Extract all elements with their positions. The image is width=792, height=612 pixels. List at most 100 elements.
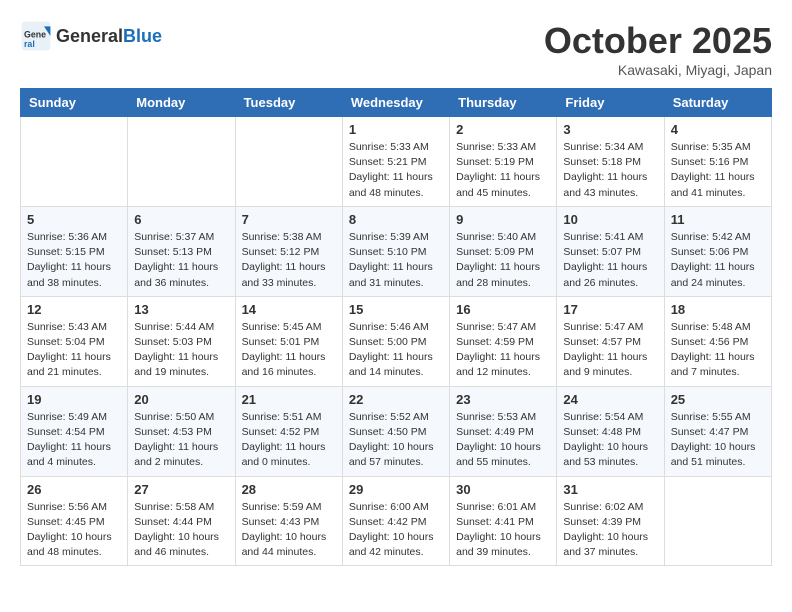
day-number: 6 <box>134 212 228 227</box>
calendar-cell: 21 Sunrise: 5:51 AM Sunset: 4:52 PM Dayli… <box>235 386 342 476</box>
day-number: 24 <box>563 392 657 407</box>
calendar-cell: 7Sunrise: 5:38 AM Sunset: 5:12 PM Daylig… <box>235 206 342 296</box>
day-number: 19 <box>27 392 121 407</box>
title-block: October 2025 Kawasaki, Miyagi, Japan <box>544 20 772 78</box>
calendar-cell: 11 Sunrise: 5:42 AM Sunset: 5:06 PM Dayli… <box>664 206 771 296</box>
calendar-cell: 20 Sunrise: 5:50 AM Sunset: 4:53 PM Dayli… <box>128 386 235 476</box>
logo: Gene ral GeneralBlue <box>20 20 162 52</box>
weekday-header: Wednesday <box>342 89 449 117</box>
calendar-cell: 4 Sunrise: 5:35 AM Sunset: 5:16 PM Daylig… <box>664 117 771 207</box>
day-info: Sunrise: 5:41 AM Sunset: 5:07 PM Dayligh… <box>563 230 657 291</box>
weekday-header: Tuesday <box>235 89 342 117</box>
logo-text-blue: Blue <box>123 26 162 46</box>
calendar-cell <box>664 476 771 566</box>
weekday-header-row: SundayMondayTuesdayWednesdayThursdayFrid… <box>21 89 772 117</box>
day-number: 3 <box>563 122 657 137</box>
day-number: 23 <box>456 392 550 407</box>
day-number: 21 <box>242 392 336 407</box>
day-info: Sunrise: 5:49 AM Sunset: 4:54 PM Dayligh… <box>27 410 121 471</box>
calendar-week-row: 19 Sunrise: 5:49 AM Sunset: 4:54 PM Dayli… <box>21 386 772 476</box>
day-number: 14 <box>242 302 336 317</box>
calendar-cell: 23Sunrise: 5:53 AM Sunset: 4:49 PM Dayli… <box>450 386 557 476</box>
day-info: Sunrise: 5:47 AM Sunset: 4:59 PM Dayligh… <box>456 320 550 381</box>
calendar-cell: 30Sunrise: 6:01 AM Sunset: 4:41 PM Dayli… <box>450 476 557 566</box>
weekday-header: Thursday <box>450 89 557 117</box>
calendar-week-row: 26Sunrise: 5:56 AM Sunset: 4:45 PM Dayli… <box>21 476 772 566</box>
day-number: 15 <box>349 302 443 317</box>
calendar-cell: 3 Sunrise: 5:34 AM Sunset: 5:18 PM Daylig… <box>557 117 664 207</box>
calendar-cell: 27Sunrise: 5:58 AM Sunset: 4:44 PM Dayli… <box>128 476 235 566</box>
calendar-cell: 31 Sunrise: 6:02 AM Sunset: 4:39 PM Dayli… <box>557 476 664 566</box>
calendar-cell: 9Sunrise: 5:40 AM Sunset: 5:09 PM Daylig… <box>450 206 557 296</box>
day-number: 22 <box>349 392 443 407</box>
day-info: Sunrise: 5:43 AM Sunset: 5:04 PM Dayligh… <box>27 320 121 381</box>
logo-text-general: General <box>56 26 123 46</box>
day-number: 29 <box>349 482 443 497</box>
calendar-cell: 26Sunrise: 5:56 AM Sunset: 4:45 PM Dayli… <box>21 476 128 566</box>
calendar-cell <box>235 117 342 207</box>
day-number: 1 <box>349 122 443 137</box>
day-info: Sunrise: 6:02 AM Sunset: 4:39 PM Dayligh… <box>563 500 657 561</box>
day-number: 31 <box>563 482 657 497</box>
day-number: 20 <box>134 392 228 407</box>
calendar-cell: 8 Sunrise: 5:39 AM Sunset: 5:10 PM Daylig… <box>342 206 449 296</box>
day-info: Sunrise: 5:51 AM Sunset: 4:52 PM Dayligh… <box>242 410 336 471</box>
calendar-cell: 16 Sunrise: 5:47 AM Sunset: 4:59 PM Dayli… <box>450 296 557 386</box>
day-info: Sunrise: 5:59 AM Sunset: 4:43 PM Dayligh… <box>242 500 336 561</box>
day-number: 28 <box>242 482 336 497</box>
day-info: Sunrise: 5:42 AM Sunset: 5:06 PM Dayligh… <box>671 230 765 291</box>
day-info: Sunrise: 5:40 AM Sunset: 5:09 PM Dayligh… <box>456 230 550 291</box>
calendar-cell: 22Sunrise: 5:52 AM Sunset: 4:50 PM Dayli… <box>342 386 449 476</box>
calendar-cell: 2 Sunrise: 5:33 AM Sunset: 5:19 PM Daylig… <box>450 117 557 207</box>
header: Gene ral GeneralBlue October 2025 Kawasa… <box>20 20 772 78</box>
day-number: 8 <box>349 212 443 227</box>
weekday-header: Sunday <box>21 89 128 117</box>
weekday-header: Monday <box>128 89 235 117</box>
day-info: Sunrise: 5:50 AM Sunset: 4:53 PM Dayligh… <box>134 410 228 471</box>
svg-text:Gene: Gene <box>24 30 46 40</box>
day-info: Sunrise: 5:33 AM Sunset: 5:19 PM Dayligh… <box>456 140 550 201</box>
month-title: October 2025 <box>544 20 772 62</box>
calendar-cell: 29 Sunrise: 6:00 AM Sunset: 4:42 PM Dayli… <box>342 476 449 566</box>
day-info: Sunrise: 5:37 AM Sunset: 5:13 PM Dayligh… <box>134 230 228 291</box>
day-info: Sunrise: 5:33 AM Sunset: 5:21 PM Dayligh… <box>349 140 443 201</box>
calendar-cell: 10 Sunrise: 5:41 AM Sunset: 5:07 PM Dayli… <box>557 206 664 296</box>
calendar-week-row: 1 Sunrise: 5:33 AM Sunset: 5:21 PM Daylig… <box>21 117 772 207</box>
calendar-cell <box>21 117 128 207</box>
day-info: Sunrise: 5:38 AM Sunset: 5:12 PM Dayligh… <box>242 230 336 291</box>
svg-text:ral: ral <box>24 39 35 49</box>
location: Kawasaki, Miyagi, Japan <box>544 62 772 78</box>
day-number: 11 <box>671 212 765 227</box>
calendar-cell: 1 Sunrise: 5:33 AM Sunset: 5:21 PM Daylig… <box>342 117 449 207</box>
day-info: Sunrise: 5:39 AM Sunset: 5:10 PM Dayligh… <box>349 230 443 291</box>
calendar-cell: 24 Sunrise: 5:54 AM Sunset: 4:48 PM Dayli… <box>557 386 664 476</box>
day-number: 4 <box>671 122 765 137</box>
day-number: 30 <box>456 482 550 497</box>
calendar-week-row: 12 Sunrise: 5:43 AM Sunset: 5:04 PM Dayli… <box>21 296 772 386</box>
day-number: 12 <box>27 302 121 317</box>
day-info: Sunrise: 5:48 AM Sunset: 4:56 PM Dayligh… <box>671 320 765 381</box>
day-number: 10 <box>563 212 657 227</box>
day-number: 25 <box>671 392 765 407</box>
day-number: 16 <box>456 302 550 317</box>
day-info: Sunrise: 5:54 AM Sunset: 4:48 PM Dayligh… <box>563 410 657 471</box>
day-info: Sunrise: 6:00 AM Sunset: 4:42 PM Dayligh… <box>349 500 443 561</box>
day-info: Sunrise: 5:45 AM Sunset: 5:01 PM Dayligh… <box>242 320 336 381</box>
weekday-header: Friday <box>557 89 664 117</box>
day-info: Sunrise: 5:58 AM Sunset: 4:44 PM Dayligh… <box>134 500 228 561</box>
calendar-cell: 28 Sunrise: 5:59 AM Sunset: 4:43 PM Dayli… <box>235 476 342 566</box>
calendar-cell: 14 Sunrise: 5:45 AM Sunset: 5:01 PM Dayli… <box>235 296 342 386</box>
calendar-cell: 15Sunrise: 5:46 AM Sunset: 5:00 PM Dayli… <box>342 296 449 386</box>
logo-icon: Gene ral <box>20 20 52 52</box>
weekday-header: Saturday <box>664 89 771 117</box>
day-number: 2 <box>456 122 550 137</box>
day-info: Sunrise: 5:44 AM Sunset: 5:03 PM Dayligh… <box>134 320 228 381</box>
calendar-cell: 25 Sunrise: 5:55 AM Sunset: 4:47 PM Dayli… <box>664 386 771 476</box>
day-info: Sunrise: 5:35 AM Sunset: 5:16 PM Dayligh… <box>671 140 765 201</box>
day-info: Sunrise: 5:55 AM Sunset: 4:47 PM Dayligh… <box>671 410 765 471</box>
calendar-cell: 5Sunrise: 5:36 AM Sunset: 5:15 PM Daylig… <box>21 206 128 296</box>
day-info: Sunrise: 5:34 AM Sunset: 5:18 PM Dayligh… <box>563 140 657 201</box>
day-info: Sunrise: 5:47 AM Sunset: 4:57 PM Dayligh… <box>563 320 657 381</box>
calendar-cell: 13Sunrise: 5:44 AM Sunset: 5:03 PM Dayli… <box>128 296 235 386</box>
day-number: 17 <box>563 302 657 317</box>
